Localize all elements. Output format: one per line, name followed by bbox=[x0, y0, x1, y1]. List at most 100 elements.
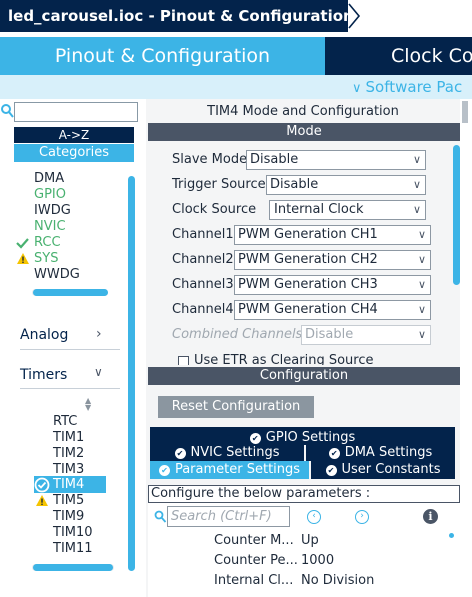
channel4-select[interactable]: PWM Generation CH4 ∨ bbox=[234, 300, 431, 320]
slave-mode-select[interactable]: Disable ∨ bbox=[246, 150, 426, 170]
tab-nvic-settings[interactable]: ✔ NVIC Settings bbox=[150, 445, 304, 461]
check-icon bbox=[16, 235, 30, 251]
channel3-select[interactable]: PWM Generation CH3 ∨ bbox=[234, 275, 431, 295]
channel3-value: PWM Generation CH3 bbox=[238, 277, 378, 292]
trigger-source-select[interactable]: Disable ∨ bbox=[266, 175, 426, 195]
previous-result-icon[interactable]: ‹ bbox=[307, 510, 321, 524]
timer-item-tim9[interactable]: TIM9 bbox=[53, 509, 84, 525]
channel4-label: Channel4 bbox=[172, 302, 234, 317]
category-item-dma[interactable]: DMA bbox=[34, 171, 64, 187]
channel2-value: PWM Generation CH2 bbox=[238, 252, 378, 267]
search-icon bbox=[154, 510, 167, 523]
category-item-nvic[interactable]: NVIC bbox=[34, 219, 66, 235]
categories-button[interactable]: Categories bbox=[14, 144, 134, 162]
window-title: led_carousel.ioc - Pinout & Configuratio… bbox=[0, 0, 354, 32]
parameters-header: Configure the below parameters : bbox=[148, 485, 460, 503]
params-scrollbar[interactable] bbox=[449, 533, 454, 538]
category-item-gpio[interactable]: GPIO bbox=[34, 187, 66, 203]
combined-channels-label: Combined Channels bbox=[172, 327, 303, 342]
timers-section-header[interactable]: Timers ∨ bbox=[20, 365, 103, 383]
timer-item-label: TIM5 bbox=[53, 493, 85, 508]
category-search-input[interactable] bbox=[14, 102, 138, 122]
channel1-select[interactable]: PWM Generation CH1 ∨ bbox=[234, 225, 431, 245]
category-item-label: RCC bbox=[34, 235, 61, 250]
breadcrumb-chevron-icon bbox=[348, 3, 361, 29]
channel1-value: PWM Generation CH1 bbox=[238, 227, 378, 242]
divider bbox=[20, 388, 120, 389]
chevron-down-icon: ∨ bbox=[412, 178, 421, 191]
tab-clock-configuration[interactable]: Clock Co bbox=[325, 37, 472, 75]
tab-label: GPIO Settings bbox=[265, 430, 356, 445]
horizontal-scrollbar[interactable] bbox=[33, 289, 108, 296]
chevron-down-icon: ∨ bbox=[417, 228, 426, 241]
left-panel-scrollbar[interactable] bbox=[128, 176, 135, 571]
parameter-search-input[interactable]: Search (Ctrl+F) bbox=[167, 506, 290, 527]
category-item-iwdg[interactable]: IWDG bbox=[34, 203, 71, 219]
param-value[interactable]: 1000 bbox=[301, 553, 334, 568]
param-name: Internal Cl... bbox=[214, 573, 294, 588]
tab-parameter-settings[interactable]: ✔ Parameter Settings bbox=[150, 461, 309, 479]
clock-source-select[interactable]: Internal Clock ∨ bbox=[269, 200, 426, 220]
chevron-down-icon: ∨ bbox=[352, 81, 362, 96]
timer-item-tim11[interactable]: TIM11 bbox=[53, 541, 93, 557]
category-item-rcc[interactable]: RCC bbox=[16, 235, 61, 251]
configuration-section-header: Configuration bbox=[148, 367, 460, 385]
trigger-source-label: Trigger Source bbox=[172, 177, 266, 192]
search-icon bbox=[1, 104, 14, 118]
category-item-sys[interactable]: SYS bbox=[17, 251, 59, 267]
reset-configuration-button[interactable]: Reset Configuration bbox=[158, 396, 314, 418]
mode-scrollbar[interactable] bbox=[453, 145, 460, 285]
sort-icon[interactable]: ▲ ▼ bbox=[85, 397, 91, 412]
tab-label: User Constants bbox=[341, 462, 441, 477]
channel2-select[interactable]: PWM Generation CH2 ∨ bbox=[234, 250, 431, 270]
chevron-down-icon: ∨ bbox=[412, 203, 421, 216]
timer-item-tim2[interactable]: TIM2 bbox=[53, 446, 84, 462]
right-side-panel bbox=[462, 99, 472, 597]
timers-label: Timers bbox=[20, 367, 68, 383]
timer-item-tim5[interactable]: TIM5 bbox=[36, 493, 85, 509]
check-circle-icon: ✔ bbox=[325, 465, 337, 476]
tab-pinout-configuration[interactable]: Pinout & Configuration bbox=[0, 37, 325, 75]
etr-row-clip: Use ETR as Clearing Source bbox=[148, 352, 452, 365]
timer-item-tim4[interactable]: TIM4 bbox=[34, 477, 85, 493]
tab-user-constants[interactable]: ✔ User Constants bbox=[311, 461, 455, 479]
next-result-icon[interactable]: › bbox=[355, 510, 369, 524]
timer-item-tim10[interactable]: TIM10 bbox=[53, 525, 93, 541]
timer-item-label: TIM4 bbox=[53, 477, 85, 492]
info-icon[interactable]: i bbox=[423, 509, 438, 524]
warning-icon bbox=[16, 251, 30, 267]
analog-section-header[interactable]: Analog › bbox=[20, 326, 102, 343]
software-packs-label: Software Pac bbox=[365, 78, 463, 96]
chevron-down-icon: ∨ bbox=[417, 278, 426, 291]
slave-mode-label: Slave Mode bbox=[172, 152, 248, 167]
param-value[interactable]: No Division bbox=[301, 573, 374, 588]
tab-label: NVIC Settings bbox=[190, 445, 280, 460]
chevron-down-icon: ∨ bbox=[417, 253, 426, 266]
chevron-down-icon: ∨ bbox=[417, 303, 426, 316]
analog-label: Analog bbox=[20, 327, 69, 343]
check-circle-icon: ✔ bbox=[328, 448, 340, 459]
divider bbox=[20, 349, 120, 350]
param-value[interactable]: Up bbox=[301, 533, 319, 548]
param-name: Counter M... bbox=[214, 533, 294, 548]
timer-item-rtc[interactable]: RTC bbox=[53, 414, 77, 430]
trigger-source-value: Disable bbox=[270, 177, 319, 192]
tab-label: DMA Settings bbox=[344, 445, 433, 460]
tab-dma-settings[interactable]: ✔ DMA Settings bbox=[306, 445, 455, 461]
tab-gpio-settings[interactable]: ✔ GPIO Settings bbox=[150, 430, 455, 445]
category-item-wwdg[interactable]: WWDG bbox=[34, 267, 80, 283]
panel-title: TIM4 Mode and Configuration bbox=[207, 104, 399, 119]
collapse-handle[interactable] bbox=[462, 101, 468, 123]
timer-item-tim1[interactable]: TIM1 bbox=[53, 430, 84, 446]
check-circle-icon bbox=[34, 477, 50, 493]
category-item-label: SYS bbox=[34, 251, 59, 266]
software-packs-menu[interactable]: ∨ Software Pac bbox=[352, 75, 472, 99]
mode-section-header: Mode bbox=[148, 123, 460, 141]
chevron-down-icon: ∨ bbox=[417, 328, 426, 341]
horizontal-scrollbar[interactable] bbox=[33, 564, 113, 571]
param-name: Counter Pe... bbox=[214, 553, 298, 568]
chevron-down-icon: ∨ bbox=[412, 153, 421, 166]
sort-az-button[interactable]: A->Z bbox=[14, 127, 134, 143]
etr-checkbox[interactable] bbox=[178, 356, 189, 365]
channel4-value: PWM Generation CH4 bbox=[238, 302, 378, 317]
